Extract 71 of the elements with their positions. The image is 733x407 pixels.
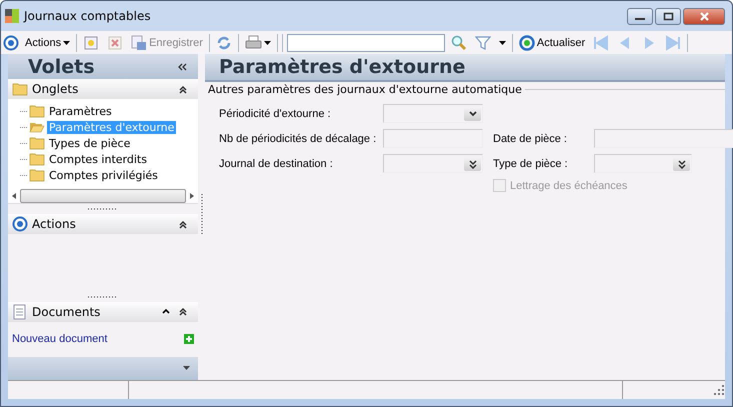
scrollbar-thumb[interactable] bbox=[20, 188, 186, 203]
refresh-icon bbox=[518, 34, 535, 50]
add-icon bbox=[184, 334, 194, 344]
caret-down-icon bbox=[264, 40, 271, 44]
scroll-left-icon bbox=[12, 192, 16, 199]
caret-down-icon bbox=[498, 40, 506, 44]
tree-item[interactable]: Comptes interdits bbox=[47, 152, 149, 166]
tree-item[interactable]: Paramètres bbox=[47, 104, 114, 118]
window-title: Journaux comptables bbox=[24, 9, 152, 23]
chevron-down-icon bbox=[468, 109, 478, 118]
folder-icon bbox=[29, 167, 45, 184]
double-chevron-left-icon bbox=[176, 62, 188, 72]
maximize-button[interactable] bbox=[655, 8, 681, 25]
folder-icon bbox=[29, 103, 45, 120]
double-chevron-up-icon bbox=[178, 218, 188, 230]
scroll-right-icon bbox=[190, 192, 194, 199]
first-icon bbox=[593, 34, 610, 50]
filter-menu-button[interactable] bbox=[496, 40, 508, 44]
panel-title: Volets bbox=[28, 56, 95, 78]
text-field[interactable] bbox=[383, 129, 483, 148]
caret-down-icon bbox=[63, 40, 70, 44]
group-title: Autres paramètres des journaux d'extourne automatique bbox=[208, 83, 522, 96]
checkbox-label: Lettrage des échéances bbox=[510, 180, 628, 192]
caret-down-icon bbox=[183, 366, 190, 370]
field-label: Nb de périodicités de décalage : bbox=[219, 132, 378, 144]
sync-icon bbox=[216, 34, 232, 50]
resize-grip-icon bbox=[713, 384, 725, 396]
double-chevron-up-icon bbox=[178, 306, 188, 318]
field-label: Journal de destination : bbox=[219, 158, 334, 170]
splitter-grip-icon bbox=[88, 208, 118, 210]
close-button[interactable] bbox=[683, 8, 725, 25]
close-icon bbox=[698, 12, 710, 21]
search-icon bbox=[450, 34, 467, 50]
double-chevron-down-icon bbox=[676, 158, 686, 168]
minimize-section-button[interactable] bbox=[160, 308, 172, 316]
app-icon bbox=[4, 8, 20, 24]
dropdown-field[interactable] bbox=[383, 154, 483, 173]
text-field[interactable] bbox=[594, 129, 733, 148]
dropdown-field[interactable] bbox=[594, 154, 692, 173]
filter-icon bbox=[474, 34, 491, 50]
refresh-button[interactable]: Actualiser bbox=[516, 34, 588, 50]
folder-icon bbox=[29, 135, 45, 152]
printer-icon bbox=[244, 35, 262, 50]
page-title: Paramètres d'extourne bbox=[219, 56, 466, 78]
folder-icon bbox=[12, 81, 28, 98]
document-icon bbox=[12, 304, 28, 320]
minimize-button[interactable] bbox=[627, 8, 653, 25]
field-label: Date de pièce : bbox=[493, 132, 568, 144]
double-chevron-down-icon bbox=[468, 158, 478, 168]
actions-menu[interactable]: Actions bbox=[23, 36, 72, 48]
search-field[interactable] bbox=[286, 34, 445, 52]
new-document-link[interactable]: Nouveau document bbox=[12, 333, 108, 346]
chevron-up-icon bbox=[162, 308, 170, 316]
dropdown-field[interactable] bbox=[383, 104, 483, 123]
section-title: Documents bbox=[32, 304, 102, 319]
double-chevron-up-icon bbox=[178, 84, 188, 95]
save-icon bbox=[131, 34, 148, 50]
print-button[interactable] bbox=[242, 35, 273, 50]
section-title: Actions bbox=[32, 217, 77, 232]
splitter-grip-icon bbox=[88, 296, 118, 298]
folder-icon bbox=[29, 151, 45, 168]
target-icon bbox=[12, 216, 28, 232]
field-label: Type de pièce : bbox=[493, 158, 569, 170]
tree-item[interactable]: Comptes privilégiés bbox=[47, 168, 160, 182]
field-label: Périodicité d'extourne : bbox=[219, 108, 332, 120]
section-title: Onglets bbox=[32, 82, 80, 96]
maximize-icon bbox=[662, 12, 674, 21]
last-icon bbox=[665, 34, 682, 50]
delete-icon bbox=[107, 34, 124, 50]
tree-item[interactable]: Types de pièce bbox=[47, 136, 132, 150]
new-document-icon bbox=[83, 34, 100, 50]
